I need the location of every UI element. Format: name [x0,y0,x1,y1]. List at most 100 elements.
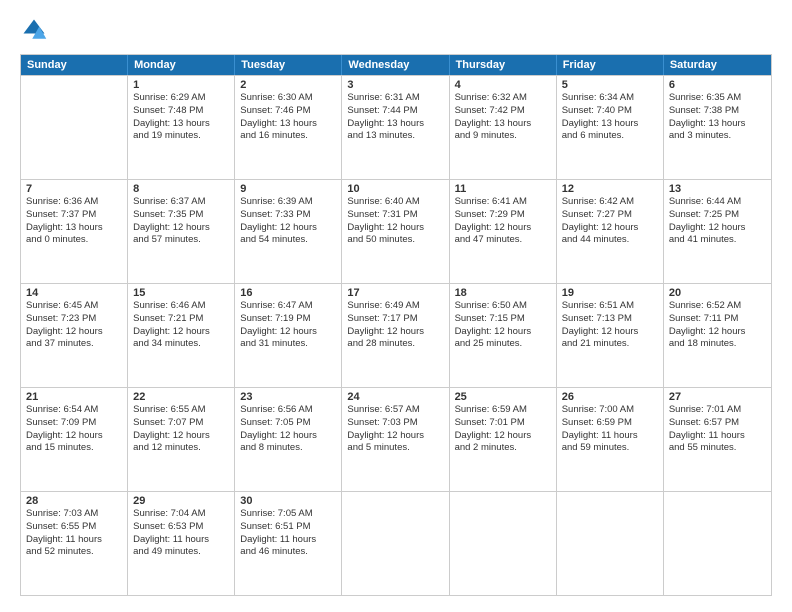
day-number: 18 [455,287,551,299]
day-info: Sunrise: 6:40 AM Sunset: 7:31 PM Dayligh… [347,196,443,247]
day-cell-17: 17Sunrise: 6:49 AM Sunset: 7:17 PM Dayli… [342,284,449,387]
empty-cell [664,492,771,595]
day-cell-30: 30Sunrise: 7:05 AM Sunset: 6:51 PM Dayli… [235,492,342,595]
empty-cell [557,492,664,595]
day-number: 27 [669,391,766,403]
day-cell-7: 7Sunrise: 6:36 AM Sunset: 7:37 PM Daylig… [21,180,128,283]
day-info: Sunrise: 6:41 AM Sunset: 7:29 PM Dayligh… [455,196,551,247]
day-number: 11 [455,183,551,195]
day-number: 2 [240,79,336,91]
day-number: 26 [562,391,658,403]
day-number: 4 [455,79,551,91]
day-cell-29: 29Sunrise: 7:04 AM Sunset: 6:53 PM Dayli… [128,492,235,595]
day-info: Sunrise: 6:35 AM Sunset: 7:38 PM Dayligh… [669,92,766,143]
day-info: Sunrise: 6:30 AM Sunset: 7:46 PM Dayligh… [240,92,336,143]
day-info: Sunrise: 6:31 AM Sunset: 7:44 PM Dayligh… [347,92,443,143]
day-cell-20: 20Sunrise: 6:52 AM Sunset: 7:11 PM Dayli… [664,284,771,387]
day-cell-5: 5Sunrise: 6:34 AM Sunset: 7:40 PM Daylig… [557,76,664,179]
day-number: 23 [240,391,336,403]
day-cell-18: 18Sunrise: 6:50 AM Sunset: 7:15 PM Dayli… [450,284,557,387]
day-cell-6: 6Sunrise: 6:35 AM Sunset: 7:38 PM Daylig… [664,76,771,179]
header [20,16,772,44]
day-number: 17 [347,287,443,299]
day-info: Sunrise: 6:29 AM Sunset: 7:48 PM Dayligh… [133,92,229,143]
day-cell-27: 27Sunrise: 7:01 AM Sunset: 6:57 PM Dayli… [664,388,771,491]
day-info: Sunrise: 6:51 AM Sunset: 7:13 PM Dayligh… [562,300,658,351]
day-cell-11: 11Sunrise: 6:41 AM Sunset: 7:29 PM Dayli… [450,180,557,283]
day-number: 13 [669,183,766,195]
day-number: 3 [347,79,443,91]
week-row-1: 1Sunrise: 6:29 AM Sunset: 7:48 PM Daylig… [21,75,771,179]
day-number: 16 [240,287,336,299]
header-day-monday: Monday [128,55,235,75]
day-info: Sunrise: 6:49 AM Sunset: 7:17 PM Dayligh… [347,300,443,351]
day-info: Sunrise: 6:47 AM Sunset: 7:19 PM Dayligh… [240,300,336,351]
day-number: 14 [26,287,122,299]
day-info: Sunrise: 6:52 AM Sunset: 7:11 PM Dayligh… [669,300,766,351]
day-cell-4: 4Sunrise: 6:32 AM Sunset: 7:42 PM Daylig… [450,76,557,179]
day-info: Sunrise: 7:05 AM Sunset: 6:51 PM Dayligh… [240,508,336,559]
day-cell-28: 28Sunrise: 7:03 AM Sunset: 6:55 PM Dayli… [21,492,128,595]
day-info: Sunrise: 6:46 AM Sunset: 7:21 PM Dayligh… [133,300,229,351]
day-info: Sunrise: 6:54 AM Sunset: 7:09 PM Dayligh… [26,404,122,455]
day-number: 1 [133,79,229,91]
day-number: 21 [26,391,122,403]
week-row-2: 7Sunrise: 6:36 AM Sunset: 7:37 PM Daylig… [21,179,771,283]
day-info: Sunrise: 6:44 AM Sunset: 7:25 PM Dayligh… [669,196,766,247]
day-number: 6 [669,79,766,91]
day-cell-15: 15Sunrise: 6:46 AM Sunset: 7:21 PM Dayli… [128,284,235,387]
day-number: 30 [240,495,336,507]
day-number: 8 [133,183,229,195]
week-row-5: 28Sunrise: 7:03 AM Sunset: 6:55 PM Dayli… [21,491,771,595]
empty-cell [342,492,449,595]
day-info: Sunrise: 6:55 AM Sunset: 7:07 PM Dayligh… [133,404,229,455]
day-cell-13: 13Sunrise: 6:44 AM Sunset: 7:25 PM Dayli… [664,180,771,283]
day-info: Sunrise: 6:50 AM Sunset: 7:15 PM Dayligh… [455,300,551,351]
day-info: Sunrise: 6:56 AM Sunset: 7:05 PM Dayligh… [240,404,336,455]
day-info: Sunrise: 7:04 AM Sunset: 6:53 PM Dayligh… [133,508,229,559]
header-day-friday: Friday [557,55,664,75]
day-cell-25: 25Sunrise: 6:59 AM Sunset: 7:01 PM Dayli… [450,388,557,491]
day-info: Sunrise: 6:37 AM Sunset: 7:35 PM Dayligh… [133,196,229,247]
day-number: 5 [562,79,658,91]
day-cell-19: 19Sunrise: 6:51 AM Sunset: 7:13 PM Dayli… [557,284,664,387]
day-info: Sunrise: 7:03 AM Sunset: 6:55 PM Dayligh… [26,508,122,559]
day-cell-3: 3Sunrise: 6:31 AM Sunset: 7:44 PM Daylig… [342,76,449,179]
empty-cell [21,76,128,179]
logo [20,16,52,44]
day-info: Sunrise: 7:01 AM Sunset: 6:57 PM Dayligh… [669,404,766,455]
day-info: Sunrise: 6:42 AM Sunset: 7:27 PM Dayligh… [562,196,658,247]
day-info: Sunrise: 6:59 AM Sunset: 7:01 PM Dayligh… [455,404,551,455]
day-number: 20 [669,287,766,299]
day-number: 12 [562,183,658,195]
day-cell-16: 16Sunrise: 6:47 AM Sunset: 7:19 PM Dayli… [235,284,342,387]
day-cell-2: 2Sunrise: 6:30 AM Sunset: 7:46 PM Daylig… [235,76,342,179]
day-number: 7 [26,183,122,195]
week-row-4: 21Sunrise: 6:54 AM Sunset: 7:09 PM Dayli… [21,387,771,491]
day-cell-22: 22Sunrise: 6:55 AM Sunset: 7:07 PM Dayli… [128,388,235,491]
day-info: Sunrise: 6:39 AM Sunset: 7:33 PM Dayligh… [240,196,336,247]
day-number: 24 [347,391,443,403]
day-info: Sunrise: 6:36 AM Sunset: 7:37 PM Dayligh… [26,196,122,247]
day-info: Sunrise: 7:00 AM Sunset: 6:59 PM Dayligh… [562,404,658,455]
day-number: 15 [133,287,229,299]
empty-cell [450,492,557,595]
day-number: 10 [347,183,443,195]
day-info: Sunrise: 6:57 AM Sunset: 7:03 PM Dayligh… [347,404,443,455]
header-day-wednesday: Wednesday [342,55,449,75]
calendar-body: 1Sunrise: 6:29 AM Sunset: 7:48 PM Daylig… [21,75,771,595]
day-cell-24: 24Sunrise: 6:57 AM Sunset: 7:03 PM Dayli… [342,388,449,491]
header-day-thursday: Thursday [450,55,557,75]
header-day-sunday: Sunday [21,55,128,75]
day-cell-21: 21Sunrise: 6:54 AM Sunset: 7:09 PM Dayli… [21,388,128,491]
day-number: 9 [240,183,336,195]
day-info: Sunrise: 6:34 AM Sunset: 7:40 PM Dayligh… [562,92,658,143]
day-info: Sunrise: 6:45 AM Sunset: 7:23 PM Dayligh… [26,300,122,351]
day-number: 28 [26,495,122,507]
calendar: SundayMondayTuesdayWednesdayThursdayFrid… [20,54,772,596]
header-day-tuesday: Tuesday [235,55,342,75]
calendar-header: SundayMondayTuesdayWednesdayThursdayFrid… [21,55,771,75]
day-cell-1: 1Sunrise: 6:29 AM Sunset: 7:48 PM Daylig… [128,76,235,179]
day-number: 25 [455,391,551,403]
day-number: 19 [562,287,658,299]
